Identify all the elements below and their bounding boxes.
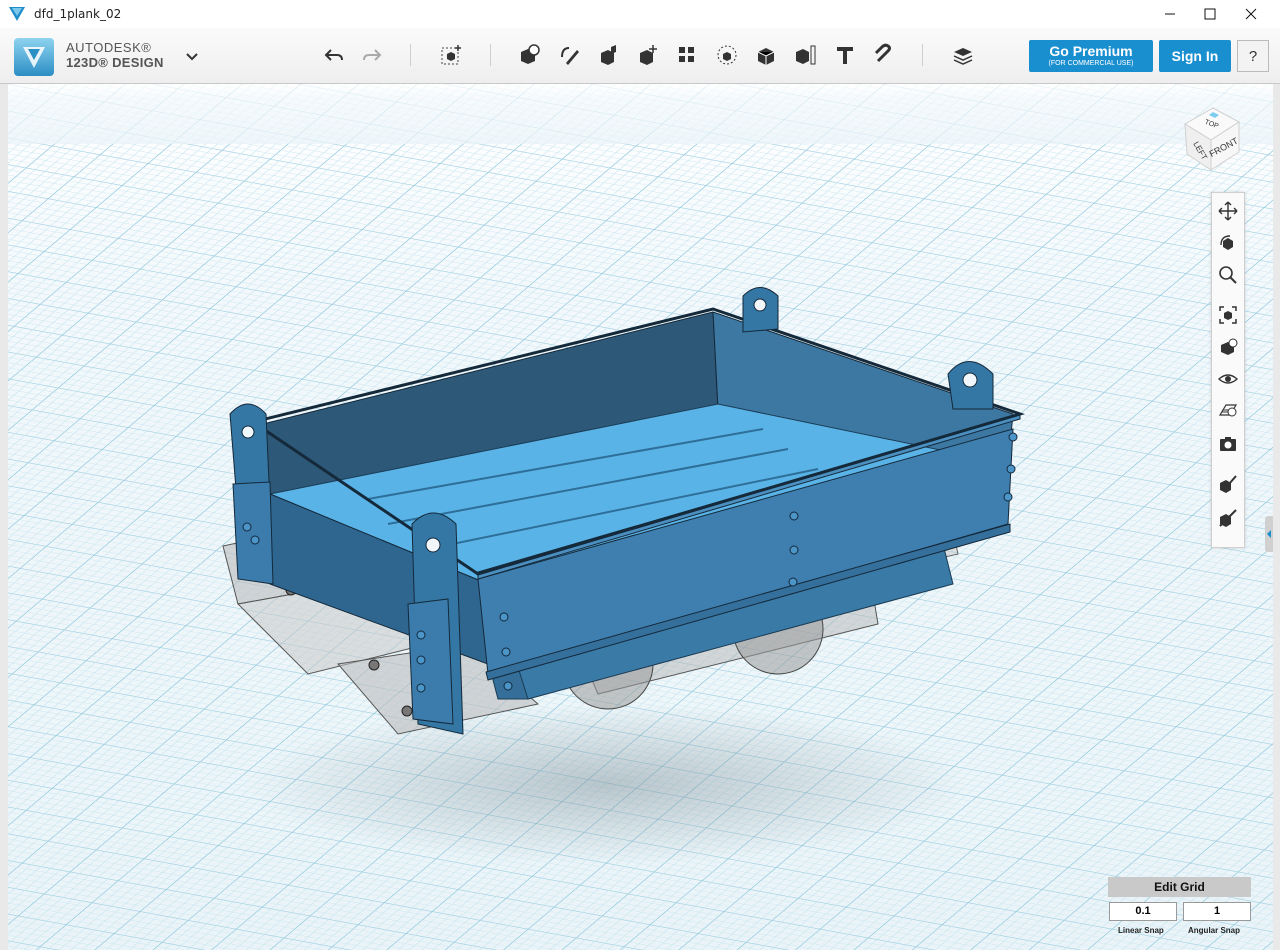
- construct-button[interactable]: [594, 40, 624, 70]
- measure-icon: [796, 45, 816, 65]
- text-icon: [837, 47, 853, 64]
- scene-canvas: TOP LEFT FRONT: [8, 84, 1273, 950]
- views-icon: [1221, 338, 1238, 355]
- visibility-button[interactable]: [1214, 365, 1242, 393]
- go-premium-button[interactable]: Go Premium (FOR COMMERCIAL USE): [1029, 40, 1153, 72]
- transform-button[interactable]: [436, 40, 466, 70]
- solid-icon: [1220, 475, 1237, 493]
- measure-button[interactable]: [790, 40, 820, 70]
- grouping-button[interactable]: [712, 40, 742, 70]
- sketch-icon: [561, 47, 579, 65]
- hide-icon: [1219, 509, 1237, 527]
- app-logo-icon: [9, 7, 25, 21]
- go-premium-sublabel: (FOR COMMERCIAL USE): [1048, 60, 1134, 67]
- grouping-icon: [717, 45, 737, 65]
- fit-button[interactable]: [1214, 301, 1242, 329]
- camera-icon: [1220, 437, 1236, 451]
- angular-snap-label: Angular Snap: [1188, 926, 1241, 935]
- autodesk-logo-icon: [23, 47, 45, 68]
- close-icon: [1245, 8, 1257, 20]
- combine-button[interactable]: [751, 40, 781, 70]
- orbit-icon: [1220, 235, 1233, 250]
- material-button[interactable]: [948, 40, 978, 70]
- side-panel-toggle[interactable]: [1265, 516, 1273, 552]
- snap-button[interactable]: [869, 40, 899, 70]
- materials-button[interactable]: [1214, 397, 1242, 425]
- edit-grid-button[interactable]: Edit Grid: [1108, 877, 1251, 897]
- undo-icon: [324, 49, 343, 61]
- model-shadow: [248, 704, 968, 864]
- title-bar: dfd_1plank_02: [0, 0, 1280, 29]
- linear-snap-value[interactable]: 0.1: [1109, 902, 1177, 921]
- sign-in-button[interactable]: Sign In: [1159, 40, 1231, 72]
- app-menu-chevron-icon[interactable]: [186, 48, 198, 64]
- minimize-button[interactable]: [1150, 0, 1190, 28]
- primitives-button[interactable]: [514, 40, 544, 70]
- fit-icon: [1219, 306, 1237, 324]
- redo-button[interactable]: [357, 40, 387, 70]
- material-icon: [953, 48, 973, 65]
- edit-grid-panel: Edit Grid 0.1 1 Linear Snap Angular Snap: [1108, 877, 1251, 939]
- redo-icon: [363, 49, 382, 61]
- 3d-viewport[interactable]: TOP LEFT FRONT: [8, 84, 1273, 950]
- right-panel-edge: [1273, 84, 1280, 950]
- hide-button[interactable]: [1214, 504, 1242, 532]
- maximize-icon: [1204, 8, 1216, 20]
- brand-name: AUTODESK®: [66, 40, 152, 55]
- main-toolbar: AUTODESK® 123D® DESIGN Go Premium (FOR C…: [0, 28, 1280, 84]
- pan-icon: [1218, 201, 1238, 221]
- window-title: dfd_1plank_02: [34, 7, 122, 21]
- navigation-bar: [1211, 192, 1245, 548]
- pan-button[interactable]: [1214, 197, 1242, 225]
- primitives-icon: [521, 44, 540, 64]
- modify-button[interactable]: [633, 40, 663, 70]
- transform-icon: [441, 45, 461, 65]
- zoom-icon: [1219, 266, 1237, 284]
- text-button[interactable]: [830, 40, 860, 70]
- left-panel-edge: [0, 84, 8, 950]
- undo-button[interactable]: [319, 40, 349, 70]
- screenshot-button[interactable]: [1214, 430, 1242, 458]
- combine-icon: [757, 48, 775, 65]
- sketch-button[interactable]: [554, 40, 584, 70]
- modify-icon: [640, 45, 657, 65]
- chevron-left-icon: [1267, 530, 1271, 538]
- zoom-button[interactable]: [1214, 261, 1242, 289]
- help-button[interactable]: ?: [1237, 40, 1269, 72]
- pattern-icon: [679, 47, 694, 62]
- maximize-button[interactable]: [1190, 0, 1230, 28]
- construct-icon: [601, 45, 616, 65]
- app-menu-logo[interactable]: [14, 38, 54, 76]
- go-premium-label: Go Premium: [1049, 43, 1133, 59]
- materials-icon: [1218, 404, 1238, 417]
- minimize-icon: [1165, 13, 1175, 15]
- product-name: 123D® DESIGN: [66, 55, 164, 70]
- snap-icon: [874, 43, 891, 63]
- visibility-icon: [1218, 374, 1238, 384]
- angular-snap-value[interactable]: 1: [1183, 902, 1251, 921]
- orbit-button[interactable]: [1214, 229, 1242, 257]
- close-button[interactable]: [1231, 0, 1271, 28]
- views-button[interactable]: [1214, 333, 1242, 361]
- linear-snap-label: Linear Snap: [1118, 926, 1164, 935]
- solid-button[interactable]: [1214, 470, 1242, 498]
- pattern-button[interactable]: [672, 40, 702, 70]
